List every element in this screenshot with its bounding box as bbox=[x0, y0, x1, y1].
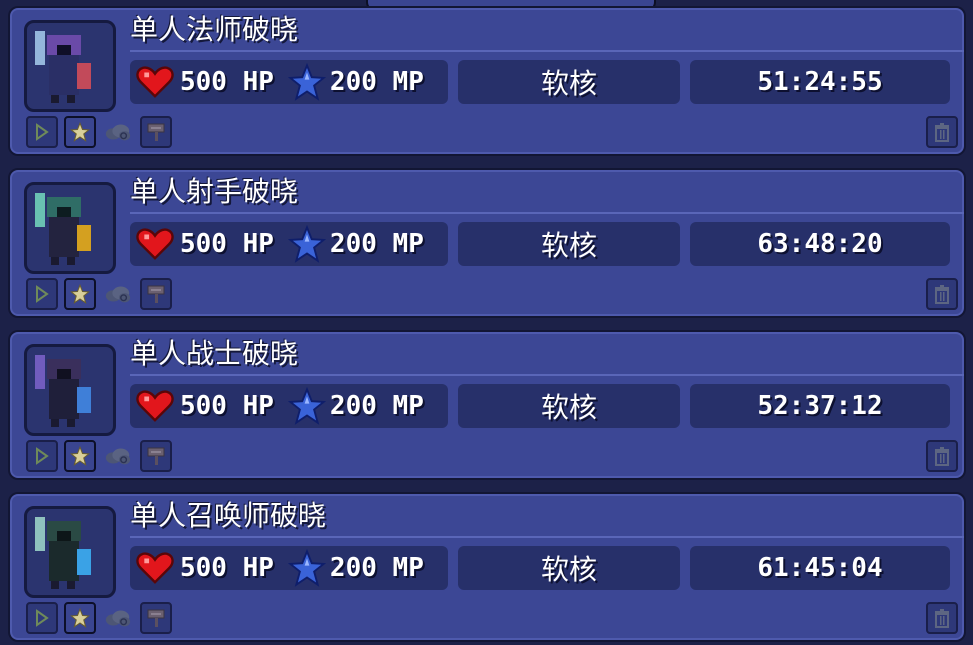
cloud-save-icon bbox=[105, 448, 131, 465]
character-card[interactable]: 单人射手破晓 500 HP 200 MP 软核 63:48:20 bbox=[8, 168, 966, 318]
difficulty-label: 软核 bbox=[458, 222, 680, 266]
signpost-icon bbox=[147, 123, 165, 141]
cloud-save-icon bbox=[105, 610, 131, 627]
name-divider bbox=[130, 536, 964, 538]
favorite-button[interactable] bbox=[64, 116, 96, 148]
cloud-save-button[interactable] bbox=[102, 602, 134, 634]
trash-icon bbox=[935, 123, 949, 142]
play-icon bbox=[36, 447, 49, 465]
character-portrait-icon bbox=[35, 193, 91, 265]
health-mana-box: 500 HP 200 MP bbox=[130, 384, 448, 428]
playtime-label: 61:45:04 bbox=[690, 546, 950, 590]
signpost-icon bbox=[147, 447, 165, 465]
play-icon bbox=[36, 123, 49, 141]
mana-star-icon bbox=[287, 549, 326, 587]
playtime-label: 63:48:20 bbox=[690, 222, 950, 266]
trash-icon bbox=[935, 447, 949, 466]
health-value: 500 HP bbox=[180, 67, 274, 97]
playtime-label: 51:24:55 bbox=[690, 60, 950, 104]
favorite-button[interactable] bbox=[64, 278, 96, 310]
delete-button[interactable] bbox=[926, 278, 958, 310]
character-portrait-icon bbox=[35, 517, 91, 589]
favorite-star-icon bbox=[70, 122, 90, 142]
cloud-save-button[interactable] bbox=[102, 116, 134, 148]
trash-icon bbox=[935, 609, 949, 628]
character-card[interactable]: 单人召唤师破晓 500 HP 200 MP 软核 61:45:04 bbox=[8, 492, 966, 642]
heart-icon bbox=[136, 552, 174, 584]
rename-button[interactable] bbox=[140, 116, 172, 148]
character-avatar bbox=[24, 182, 116, 274]
rename-button[interactable] bbox=[140, 602, 172, 634]
mana-value: 200 MP bbox=[329, 553, 424, 583]
favorite-star-icon bbox=[70, 446, 90, 466]
character-name: 单人射手破晓 bbox=[130, 175, 299, 208]
heart-icon bbox=[136, 390, 174, 422]
health-value: 500 HP bbox=[180, 553, 274, 583]
play-button[interactable] bbox=[26, 602, 58, 634]
cloud-save-button[interactable] bbox=[102, 440, 134, 472]
character-name: 单人战士破晓 bbox=[130, 337, 299, 370]
trash-icon bbox=[935, 285, 949, 304]
cloud-save-button[interactable] bbox=[102, 278, 134, 310]
character-portrait-icon bbox=[35, 31, 91, 103]
signpost-icon bbox=[147, 609, 165, 627]
difficulty-label: 软核 bbox=[458, 60, 680, 104]
play-icon bbox=[36, 285, 49, 303]
difficulty-label: 软核 bbox=[458, 384, 680, 428]
health-mana-box: 500 HP 200 MP bbox=[130, 222, 448, 266]
cloud-save-icon bbox=[105, 286, 131, 303]
character-avatar bbox=[24, 20, 116, 112]
health-mana-box: 500 HP 200 MP bbox=[130, 546, 448, 590]
play-button[interactable] bbox=[26, 116, 58, 148]
heart-icon bbox=[136, 228, 174, 260]
difficulty-label: 软核 bbox=[458, 546, 680, 590]
character-name: 单人法师破晓 bbox=[130, 13, 299, 46]
playtime-label: 52:37:12 bbox=[690, 384, 950, 428]
character-card[interactable]: 单人战士破晓 500 HP 200 MP 软核 52:37:12 bbox=[8, 330, 966, 480]
name-divider bbox=[130, 374, 964, 376]
character-name: 单人召唤师破晓 bbox=[130, 499, 327, 532]
health-value: 500 HP bbox=[180, 391, 274, 421]
rename-button[interactable] bbox=[140, 278, 172, 310]
mana-value: 200 MP bbox=[329, 391, 424, 421]
character-avatar bbox=[24, 506, 116, 598]
favorite-star-icon bbox=[70, 608, 90, 628]
name-divider bbox=[130, 50, 964, 52]
heart-icon bbox=[136, 66, 174, 98]
mana-star-icon bbox=[287, 63, 326, 101]
play-button[interactable] bbox=[26, 440, 58, 472]
rename-button[interactable] bbox=[140, 440, 172, 472]
favorite-button[interactable] bbox=[64, 602, 96, 634]
mana-star-icon bbox=[287, 387, 326, 425]
health-value: 500 HP bbox=[180, 229, 274, 259]
cloud-save-icon bbox=[105, 124, 131, 141]
play-button[interactable] bbox=[26, 278, 58, 310]
character-avatar bbox=[24, 344, 116, 436]
mana-value: 200 MP bbox=[329, 229, 424, 259]
favorite-star-icon bbox=[70, 284, 90, 304]
character-card[interactable]: 单人法师破晓 500 HP 200 MP 软核 51:24:55 bbox=[8, 6, 966, 156]
delete-button[interactable] bbox=[926, 116, 958, 148]
health-mana-box: 500 HP 200 MP bbox=[130, 60, 448, 104]
play-icon bbox=[36, 609, 49, 627]
mana-star-icon bbox=[287, 225, 326, 263]
favorite-button[interactable] bbox=[64, 440, 96, 472]
signpost-icon bbox=[147, 285, 165, 303]
delete-button[interactable] bbox=[926, 440, 958, 472]
name-divider bbox=[130, 212, 964, 214]
character-portrait-icon bbox=[35, 355, 91, 427]
mana-value: 200 MP bbox=[329, 67, 424, 97]
delete-button[interactable] bbox=[926, 602, 958, 634]
